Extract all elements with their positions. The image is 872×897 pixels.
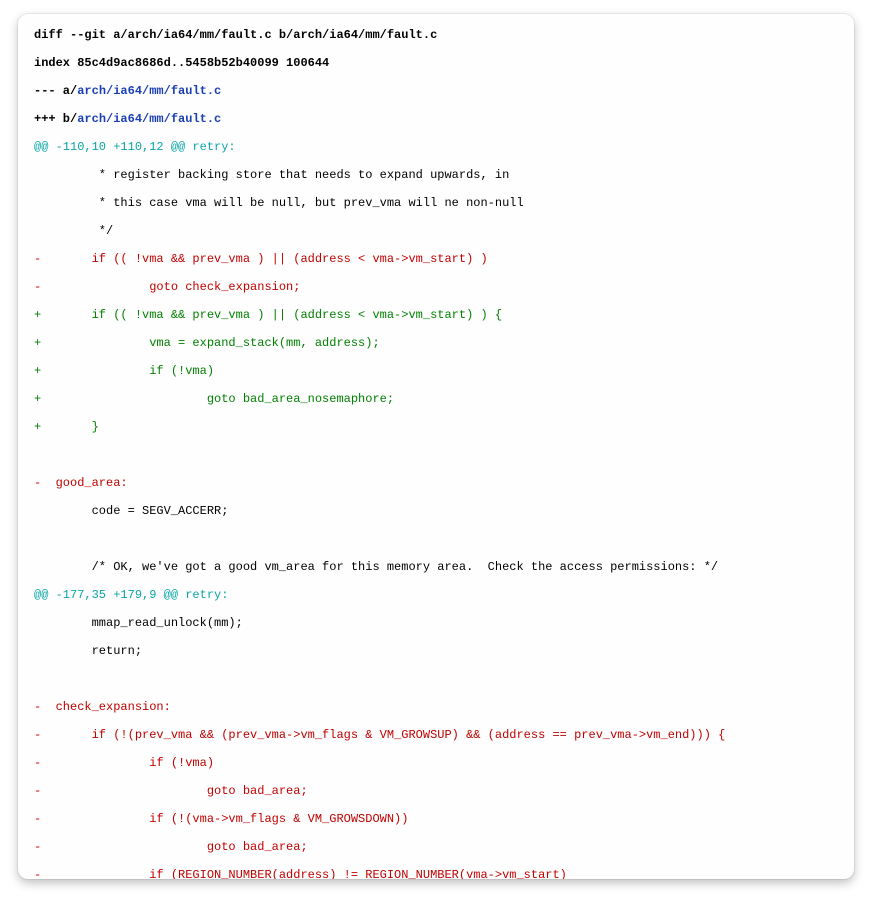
- diff-hunk-header: @@ -177,35 +179,9 @@ retry:: [34, 588, 838, 602]
- diff-blank-line: [34, 448, 838, 462]
- diff-panel: diff --git a/arch/ia64/mm/fault.c b/arch…: [18, 14, 854, 879]
- diff-removed-line: - goto bad_area;: [34, 784, 838, 798]
- diff-added-line: + if (!vma): [34, 364, 838, 378]
- diff-removed-line: - good_area:: [34, 476, 838, 490]
- diff-added-line: + }: [34, 420, 838, 434]
- diff-added-line: + if (( !vma && prev_vma ) || (address <…: [34, 308, 838, 322]
- diff-hunk-header: @@ -110,10 +110,12 @@ retry:: [34, 140, 838, 154]
- new-prefix: +++ b/: [34, 112, 77, 126]
- new-path: arch/ia64/mm/fault.c: [77, 112, 221, 126]
- diff-old-file: --- a/arch/ia64/mm/fault.c: [34, 84, 838, 98]
- diff-removed-line: - goto check_expansion;: [34, 280, 838, 294]
- diff-new-file: +++ b/arch/ia64/mm/fault.c: [34, 112, 838, 126]
- diff-added-line: + goto bad_area_nosemaphore;: [34, 392, 838, 406]
- diff-removed-line: - if (!vma): [34, 756, 838, 770]
- diff-cmdline: diff --git a/arch/ia64/mm/fault.c b/arch…: [34, 28, 838, 42]
- diff-blank-line: [34, 672, 838, 686]
- old-path: arch/ia64/mm/fault.c: [77, 84, 221, 98]
- diff-context-line: /* OK, we've got a good vm_area for this…: [34, 560, 838, 574]
- screenshot-frame: diff --git a/arch/ia64/mm/fault.c b/arch…: [0, 0, 872, 897]
- diff-context-line: code = SEGV_ACCERR;: [34, 504, 838, 518]
- diff-context-line: */: [34, 224, 838, 238]
- diff-context-line: * register backing store that needs to e…: [34, 168, 838, 182]
- diff-context-line: return;: [34, 644, 838, 658]
- diff-context-line: * this case vma will be null, but prev_v…: [34, 196, 838, 210]
- diff-blank-line: [34, 532, 838, 546]
- diff-removed-line: - if (( !vma && prev_vma ) || (address <…: [34, 252, 838, 266]
- diff-removed-line: - if (!(vma->vm_flags & VM_GROWSDOWN)): [34, 812, 838, 826]
- diff-removed-line: - goto bad_area;: [34, 840, 838, 854]
- diff-removed-line: - if (!(prev_vma && (prev_vma->vm_flags …: [34, 728, 838, 742]
- diff-index: index 85c4d9ac8686d..5458b52b40099 10064…: [34, 56, 838, 70]
- diff-content: diff --git a/arch/ia64/mm/fault.c b/arch…: [34, 28, 838, 879]
- old-prefix: --- a/: [34, 84, 77, 98]
- diff-added-line: + vma = expand_stack(mm, address);: [34, 336, 838, 350]
- diff-removed-line: - check_expansion:: [34, 700, 838, 714]
- diff-context-line: mmap_read_unlock(mm);: [34, 616, 838, 630]
- diff-removed-line: - if (REGION_NUMBER(address) != REGION_N…: [34, 868, 838, 879]
